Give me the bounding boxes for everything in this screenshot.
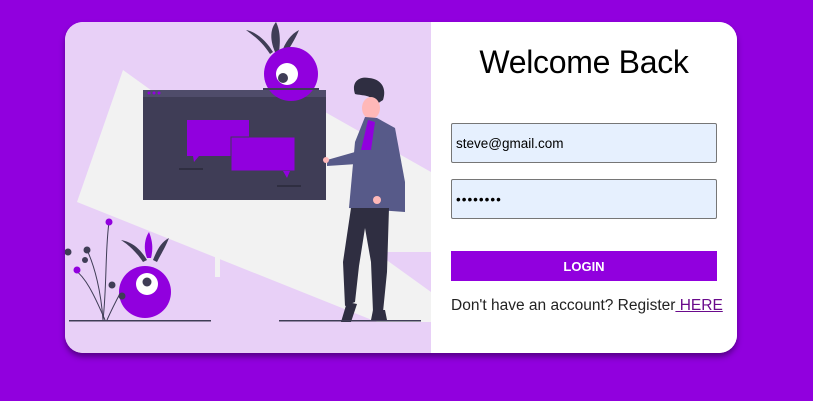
ground-line bbox=[279, 320, 421, 322]
login-form: Welcome Back LOGIN Don't have an account… bbox=[431, 22, 737, 353]
password-field[interactable] bbox=[451, 179, 717, 219]
login-card: Welcome Back LOGIN Don't have an account… bbox=[65, 22, 737, 353]
ground-line bbox=[69, 320, 211, 322]
register-link[interactable]: HERE bbox=[675, 297, 723, 314]
email-field[interactable] bbox=[451, 123, 717, 163]
page-title: Welcome Back bbox=[479, 44, 689, 80]
chat-bubble-icon bbox=[230, 136, 296, 172]
presenter-illustration bbox=[65, 22, 431, 322]
illustration-panel bbox=[65, 22, 431, 353]
easel-leg bbox=[293, 197, 298, 287]
login-button[interactable]: LOGIN bbox=[451, 251, 717, 281]
easel-leg bbox=[215, 197, 220, 277]
plant-icon bbox=[65, 218, 126, 321]
register-prompt: Don't have an account? Register HERE bbox=[451, 297, 731, 315]
register-text: Don't have an account? Register bbox=[451, 297, 676, 314]
